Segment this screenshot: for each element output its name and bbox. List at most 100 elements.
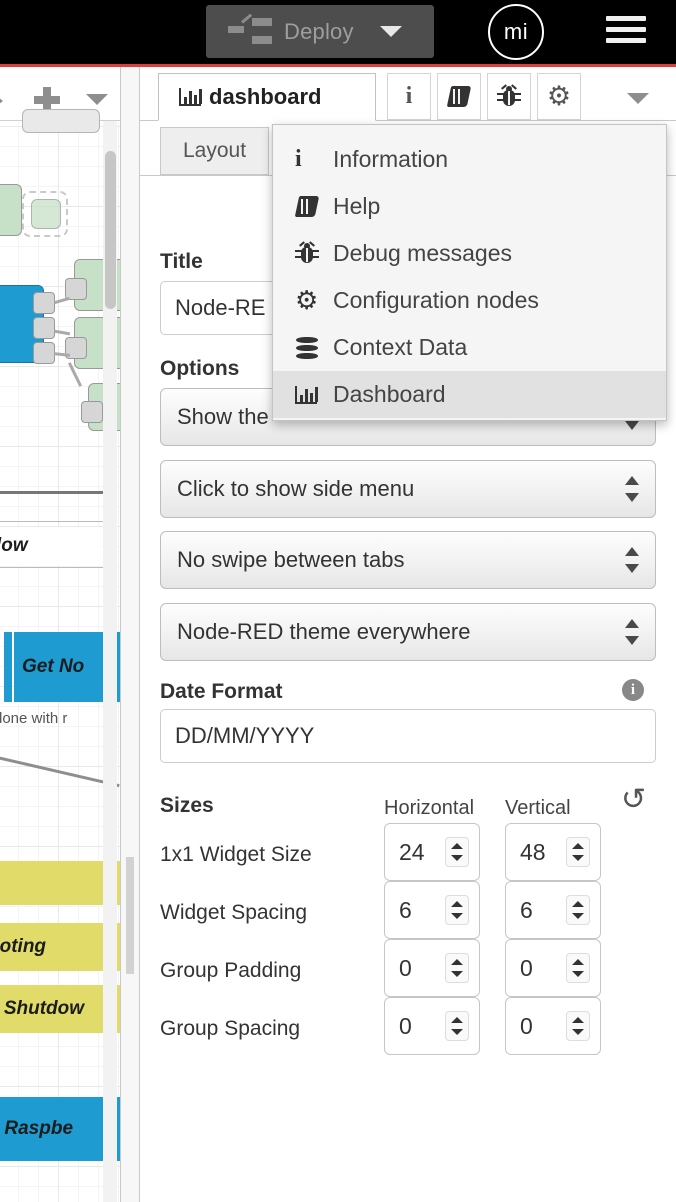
- sizes-reset-undo-icon[interactable]: ↺: [621, 782, 646, 817]
- widget-spacing-horizontal-input[interactable]: 6: [384, 881, 480, 939]
- group-padding-horizontal-input[interactable]: 0: [384, 939, 480, 997]
- subtab-layout[interactable]: Layout: [160, 127, 270, 175]
- menu-item-label: Help: [333, 193, 381, 219]
- group-spacing-vertical-value: 0: [520, 1012, 533, 1039]
- tab-dashboard[interactable]: dashboard: [158, 73, 376, 121]
- flow-canvas[interactable]: bflow Get No done with r ooting s Shutdo…: [0, 67, 137, 1202]
- theme-select-value: Node-RED theme everywhere: [177, 619, 471, 644]
- config-gear-icon: ⚙: [546, 81, 572, 111]
- info-icon-button[interactable]: i: [387, 73, 431, 120]
- avatar-initials: mi: [503, 19, 529, 44]
- show-title-bar-select-value: Show the: [177, 404, 269, 429]
- avatar[interactable]: mi: [488, 4, 544, 60]
- menu-item-label: Debug messages: [333, 240, 512, 266]
- widget-size-horizontal-input[interactable]: 24: [384, 823, 480, 881]
- menu-item-context-data[interactable]: Context Data: [273, 324, 666, 371]
- flow-node[interactable]: [31, 199, 61, 229]
- node-port[interactable]: [33, 317, 55, 339]
- hamburger-menu-icon[interactable]: [606, 16, 646, 48]
- stepper-icon[interactable]: [445, 895, 469, 925]
- sidebar-dropdown-menu[interactable]: i Information Help Debug messages ⚙ Conf…: [272, 124, 667, 421]
- group-spacing-horizontal-value: 0: [399, 1012, 412, 1039]
- select-spinner-icon: [625, 476, 639, 502]
- side-menu-select-value: Click to show side menu: [177, 476, 415, 501]
- app-header: Deploy mi: [0, 0, 676, 64]
- sizes-row-label: Widget Spacing: [160, 901, 308, 924]
- swipe-select-value: No swipe between tabs: [177, 547, 405, 572]
- group-padding-vertical-value: 0: [520, 954, 533, 981]
- menu-item-label: Context Data: [333, 334, 468, 360]
- sidebar-more-chevron-down-icon[interactable]: [627, 93, 649, 104]
- flow-node[interactable]: [22, 109, 100, 133]
- debug-bug-icon: [497, 83, 521, 108]
- flow-label: > Raspbe: [0, 1097, 120, 1161]
- flow-divider: [0, 521, 110, 522]
- menu-item-dashboard[interactable]: Dashboard: [273, 371, 666, 418]
- node-port[interactable]: [33, 342, 55, 364]
- menu-item-information[interactable]: i Information: [273, 136, 666, 183]
- bug-icon: [295, 240, 333, 265]
- flow-label: bflow: [0, 527, 100, 565]
- group-spacing-horizontal-input[interactable]: 0: [384, 997, 480, 1055]
- menu-item-debug-messages[interactable]: Debug messages: [273, 230, 666, 277]
- group-spacing-vertical-input[interactable]: 0: [505, 997, 601, 1055]
- stepper-icon[interactable]: [566, 953, 590, 983]
- sidebar-subtabs: Layout: [160, 127, 270, 175]
- side-menu-select[interactable]: Click to show side menu: [160, 460, 656, 518]
- arrow-right-icon[interactable]: [0, 94, 3, 108]
- theme-select[interactable]: Node-RED theme everywhere: [160, 603, 656, 661]
- sidebar-tabbar: dashboard i ⚙: [140, 67, 676, 121]
- flow-label: [0, 861, 120, 905]
- stepper-icon[interactable]: [566, 895, 590, 925]
- menu-item-configuration-nodes[interactable]: ⚙ Configuration nodes: [273, 277, 666, 324]
- gear-icon: ⚙: [295, 285, 319, 315]
- help-book-icon: [446, 86, 472, 107]
- swipe-select[interactable]: No swipe between tabs: [160, 531, 656, 589]
- node-port[interactable]: [33, 292, 55, 314]
- flow-label: ooting: [0, 923, 120, 971]
- chevron-down-icon[interactable]: [379, 26, 402, 37]
- sizes-label: Sizes: [160, 794, 214, 817]
- panel-divider[interactable]: [120, 67, 140, 1202]
- deploy-button[interactable]: Deploy: [206, 5, 434, 58]
- widget-size-vertical-input[interactable]: 48: [505, 823, 601, 881]
- flow-wire: [53, 329, 71, 336]
- date-format-input[interactable]: DD/MM/YYYY: [160, 709, 656, 763]
- flow-wire: [53, 352, 71, 357]
- stepper-icon[interactable]: [445, 837, 469, 867]
- sizes-col-horizontal: Horizontal: [384, 797, 475, 819]
- widget-spacing-vertical-input[interactable]: 6: [505, 881, 601, 939]
- menu-item-label: Dashboard: [333, 381, 446, 407]
- chevron-down-icon[interactable]: [86, 94, 108, 105]
- canvas-scrollbar[interactable]: [103, 121, 117, 1202]
- node-port[interactable]: [81, 401, 103, 423]
- flow-wire: [0, 753, 120, 788]
- flow-label: s Shutdow: [0, 985, 120, 1033]
- sizes-row-label: 1x1 Widget Size: [160, 843, 312, 866]
- widget-spacing-vertical-value: 6: [520, 896, 533, 923]
- flow-node[interactable]: [0, 184, 22, 236]
- options-label: Options: [160, 357, 240, 380]
- sizes-col-vertical: Vertical: [505, 797, 571, 819]
- database-icon: [295, 336, 333, 359]
- select-spinner-icon: [625, 547, 639, 573]
- stepper-icon[interactable]: [566, 837, 590, 867]
- bar-chart-icon: [179, 88, 202, 106]
- config-icon-button[interactable]: ⚙: [537, 73, 581, 120]
- stepper-icon[interactable]: [445, 953, 469, 983]
- help-icon-button[interactable]: [437, 73, 481, 120]
- menu-item-help[interactable]: Help: [273, 183, 666, 230]
- flow-wire: [53, 296, 71, 305]
- stepper-icon[interactable]: [566, 1011, 590, 1041]
- debug-icon-button[interactable]: [487, 73, 531, 120]
- date-format-info-icon[interactable]: i: [622, 679, 644, 701]
- group-padding-vertical-input[interactable]: 0: [505, 939, 601, 997]
- stepper-icon[interactable]: [445, 1011, 469, 1041]
- date-format-label: Date Format: [160, 680, 283, 703]
- canvas-scrollbar-thumb[interactable]: [105, 151, 116, 309]
- select-spinner-icon: [625, 619, 639, 645]
- flow-text: done with r: [0, 710, 68, 727]
- panel-scrollbar-thumb[interactable]: [126, 857, 134, 974]
- flow-label-edge: [4, 632, 12, 702]
- tab-dashboard-label: dashboard: [209, 84, 322, 109]
